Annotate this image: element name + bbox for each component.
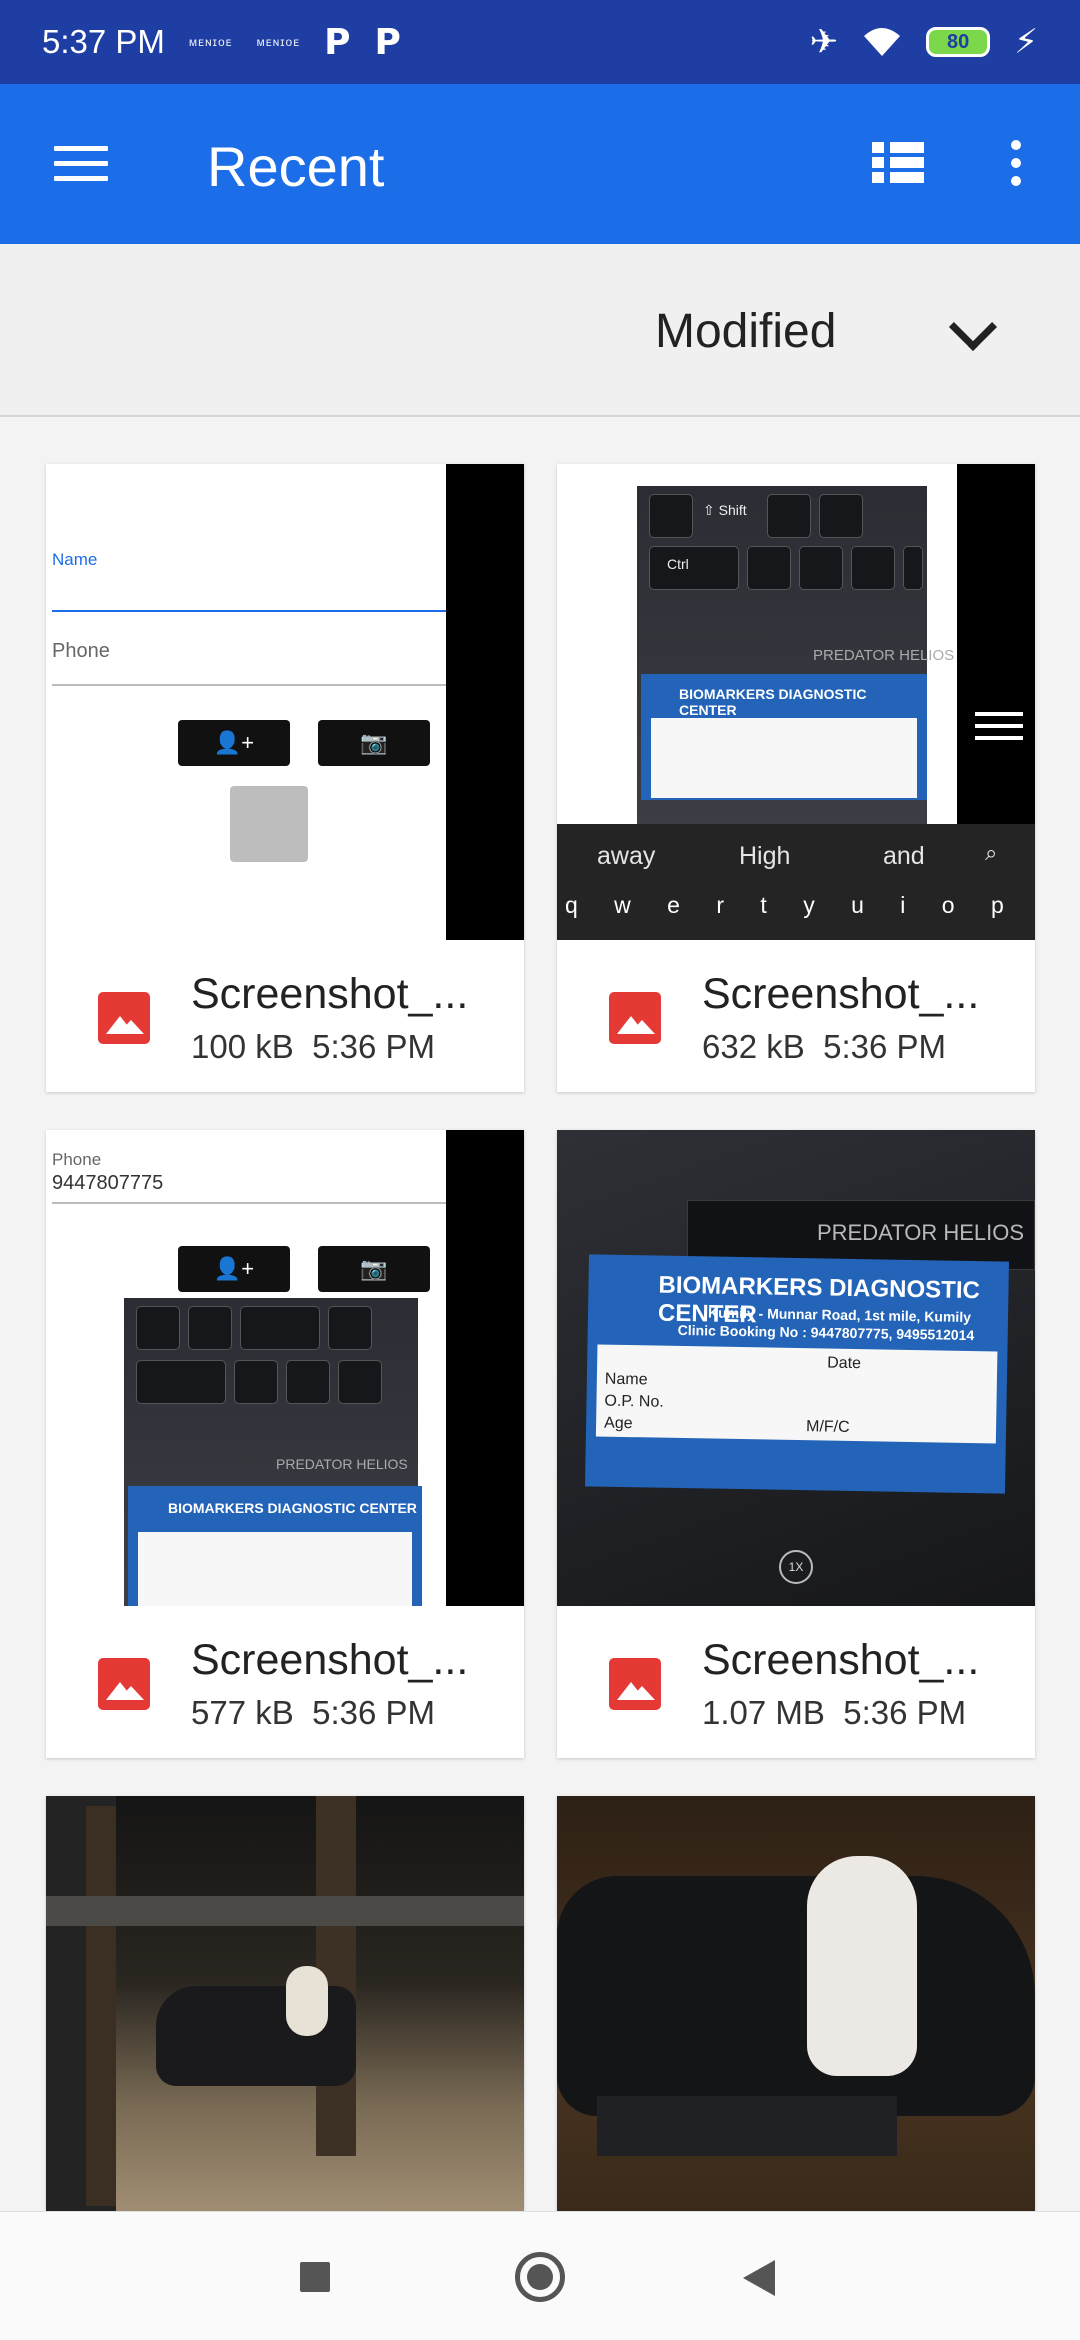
photo-card[interactable] (46, 1796, 524, 2211)
file-meta: 100 kB 5:36 PM (191, 1028, 435, 1066)
file-time: 5:36 PM (312, 1028, 435, 1065)
thumb-phone-label: Phone (52, 1150, 102, 1169)
chevron-down-icon[interactable] (948, 302, 998, 352)
photo-card[interactable] (557, 1796, 1035, 2211)
parking-notification-icon: P (374, 21, 401, 63)
file-time: 5:36 PM (843, 1694, 967, 1731)
file-info: Screenshot_... 1.07 MB 5:36 PM (557, 1606, 1035, 1758)
thumb-biocard: BIOMARKERS DIAGNOSTIC CENTER (128, 1486, 422, 1606)
photo-thumbnail (46, 1796, 524, 2211)
thumb-field: M/F/C (805, 1418, 850, 1436)
file-info: Screenshot_... 577 kB 5:36 PM (46, 1606, 524, 1758)
thumb-keyboard: away High and ⌕ q w e r t y u i o p (557, 824, 1035, 940)
file-size: 632 kB (702, 1028, 805, 1065)
image-file-icon (609, 992, 661, 1044)
battery-icon: 80 (926, 27, 991, 57)
status-icons: ✈ 80 ⚡ (810, 22, 1038, 62)
thumb-field: Age (603, 1414, 633, 1433)
thumb-biocard: BIOMARKERS DIAGNOSTIC CENTER Kumily - Mu… (585, 1254, 1009, 1494)
thumb-brand: PREDATOR HELIOS (813, 647, 955, 664)
file-thumbnail: ⇧ Shift Ctrl PREDATOR HELIOS BIOMARKERS … (557, 464, 1035, 940)
recents-button[interactable] (300, 2262, 330, 2292)
thumb-zoom: 1X (779, 1550, 813, 1584)
thumb-ctrl-key: Ctrl (667, 556, 689, 572)
sort-bar: Modified (0, 244, 1080, 417)
airplane-icon: ✈ (809, 22, 839, 62)
file-meta: 577 kB 5:36 PM (191, 1694, 435, 1732)
suggestion: High (739, 842, 791, 870)
file-card[interactable]: Name Phone 👤+ 📷 Screenshot_... 100 kB 5:… (46, 464, 524, 1092)
file-card[interactable]: ⇧ Shift Ctrl PREDATOR HELIOS BIOMARKERS … (557, 464, 1035, 1092)
back-button[interactable] (743, 2260, 775, 2296)
file-name: Screenshot_... (191, 970, 469, 1018)
wifi-icon (864, 28, 901, 56)
page-title: Recent (207, 135, 385, 198)
file-name: Screenshot_... (702, 1636, 980, 1684)
search-icon: ⌕ (985, 840, 998, 865)
app-bar: Recent (0, 84, 1080, 244)
file-time: 5:36 PM (312, 1694, 435, 1731)
file-card[interactable]: Phone 9447807775 👤+ 📷 PREDATOR HELIOS BI… (46, 1130, 524, 1758)
thumb-phone-value: 9447807775 (52, 1172, 164, 1194)
file-size: 577 kB (191, 1694, 294, 1731)
thumb-field: O.P. No. (604, 1392, 664, 1411)
status-time: 5:37 PM (42, 23, 165, 60)
file-thumbnail: Phone 9447807775 👤+ 📷 PREDATOR HELIOS BI… (46, 1130, 524, 1606)
file-size: 1.07 MB (702, 1694, 825, 1731)
camera-icon: 📷 (318, 1246, 430, 1292)
image-file-icon (609, 1658, 661, 1710)
status-bar: 5:37 PM ᴍᴇɴɪᴏᴇ ᴍᴇɴɪᴏᴇ P P ✈ 80 ⚡ (0, 0, 1080, 84)
more-vert-icon[interactable] (1006, 140, 1026, 188)
thumb-card-title: BIOMARKERS DIAGNOSTIC CENTER (168, 1500, 417, 1516)
list-view-icon[interactable] (872, 142, 924, 186)
file-name: Screenshot_... (191, 1636, 469, 1684)
file-size: 100 kB (191, 1028, 294, 1065)
add-contact-icon: 👤+ (178, 1246, 290, 1292)
thumb-biocard: BIOMARKERS DIAGNOSTIC CENTER (641, 674, 927, 800)
sort-dropdown[interactable]: Modified (655, 304, 836, 359)
file-card[interactable]: PREDATOR HELIOS BIOMARKERS DIAGNOSTIC CE… (557, 1130, 1035, 1758)
file-name: Screenshot_... (702, 970, 980, 1018)
menu-icon[interactable] (54, 146, 108, 182)
thumb-field: Date (827, 1354, 862, 1373)
thumb-field: Name (604, 1370, 648, 1389)
image-file-icon (98, 992, 150, 1044)
file-info: Screenshot_... 100 kB 5:36 PM (46, 940, 524, 1092)
home-button[interactable] (515, 2252, 565, 2302)
navigation-bar (0, 2211, 1080, 2340)
file-time: 5:36 PM (823, 1028, 946, 1065)
suggestion: and (883, 842, 925, 870)
file-thumbnail: Name Phone 👤+ 📷 (46, 464, 524, 940)
hamburger-icon (975, 712, 1023, 740)
photo-thumbnail (557, 1796, 1035, 2211)
thumb-card-title: BIOMARKERS DIAGNOSTIC CENTER (679, 686, 867, 718)
status-notification-text: ᴍᴇɴɪᴏᴇ (188, 35, 233, 49)
add-contact-icon: 👤+ (178, 720, 290, 766)
keyboard-row: q w e r t y u i o p (565, 892, 1014, 918)
image-placeholder-icon (230, 786, 308, 862)
status-notification-text: ᴍᴇɴɪᴏᴇ (256, 35, 301, 49)
camera-icon: 📷 (318, 720, 430, 766)
charging-icon: ⚡ (1014, 22, 1038, 62)
thumb-brand: PREDATOR HELIOS (276, 1456, 408, 1472)
file-meta: 1.07 MB 5:36 PM (702, 1694, 966, 1732)
image-file-icon (98, 1658, 150, 1710)
thumb-name-label: Name (52, 550, 98, 569)
file-meta: 632 kB 5:36 PM (702, 1028, 946, 1066)
thumb-phone-label: Phone (52, 640, 110, 662)
parking-notification-icon: P (324, 21, 351, 63)
file-thumbnail: PREDATOR HELIOS BIOMARKERS DIAGNOSTIC CE… (557, 1130, 1035, 1606)
file-info: Screenshot_... 632 kB 5:36 PM (557, 940, 1035, 1092)
thumb-shift-key: ⇧ Shift (703, 502, 747, 518)
thumb-brand: PREDATOR HELIOS (817, 1220, 1025, 1245)
suggestion: away (597, 842, 656, 870)
